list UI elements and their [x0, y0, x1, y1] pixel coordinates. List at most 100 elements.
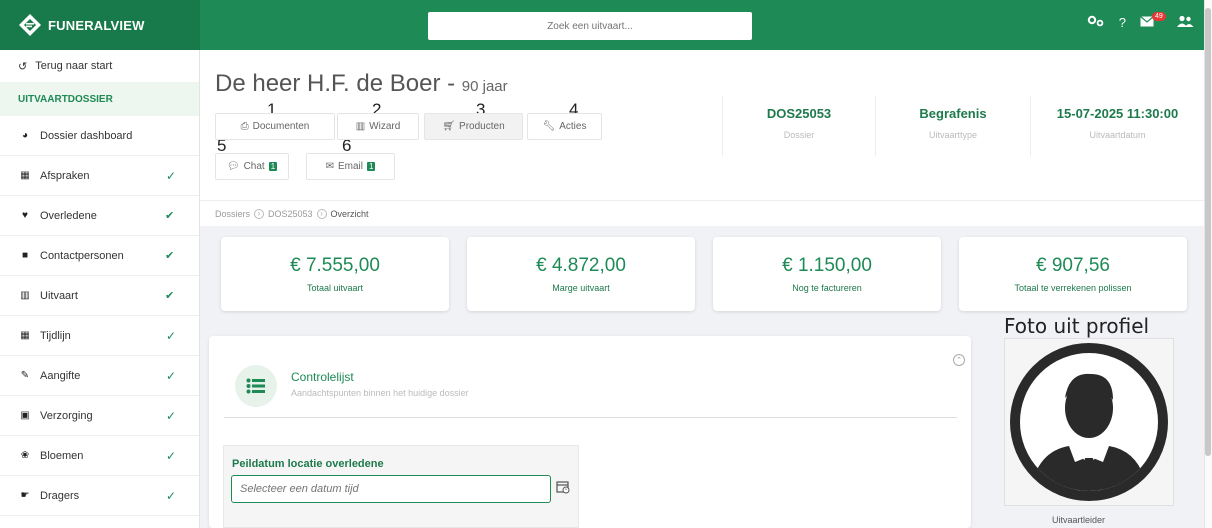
- double-check-icon: ✔: [165, 290, 175, 302]
- stat-value: € 907,56: [1036, 255, 1110, 276]
- sidebar: ↺ Terug naar start UITVAARTDOSSIER ◕ Dos…: [0, 50, 200, 528]
- profile-role: Uitvaartleider: [1052, 515, 1106, 525]
- sidebar-item-dossier-dashboard[interactable]: ◕ Dossier dashboard: [0, 116, 199, 156]
- sidebar-item-bloemen[interactable]: ❀ Bloemen ✓: [0, 436, 199, 476]
- mail-icon[interactable]: 49: [1140, 12, 1166, 30]
- tab-documenten[interactable]: ⎙ Documenten: [215, 113, 335, 140]
- dossier-number: DOS25053: [766, 106, 832, 121]
- tab-producten[interactable]: 🛒︎ Producten: [424, 113, 523, 140]
- stat-label: Totaal uitvaart: [306, 283, 364, 293]
- help-icon[interactable]: ?: [1119, 15, 1126, 30]
- double-check-icon: ✔: [165, 250, 175, 262]
- sidebar-item-label: Dossier dashboard: [40, 129, 133, 142]
- check-icon: ✓: [166, 368, 177, 383]
- calendar-icon: ▦: [20, 330, 30, 341]
- breadcrumb-dossiers[interactable]: Dossiers: [215, 209, 250, 219]
- users-icon[interactable]: [1176, 15, 1194, 31]
- sidebar-item-aangifte[interactable]: ✎ Aangifte ✓: [0, 356, 199, 396]
- cart-icon: 🛒︎: [442, 121, 456, 132]
- sidebar-item-dragers[interactable]: ☛ Dragers ✓: [0, 476, 199, 516]
- page-title: De heer H.F. de Boer - 90 jaar: [215, 70, 508, 98]
- sidebar-item-contactpersonen[interactable]: ■ Contactpersonen ✔: [0, 236, 199, 276]
- tab-chat[interactable]: 💬︎ Chat 1: [215, 153, 289, 180]
- divider: [1030, 96, 1031, 156]
- stat-card-totaal-uitvaart: € 7.555,00 Totaal uitvaart: [221, 237, 449, 311]
- divider: [722, 96, 723, 156]
- profile-photo[interactable]: [1004, 338, 1174, 506]
- sidebar-item-label: Verzorging: [40, 409, 93, 422]
- breadcrumb-current: Overzicht: [330, 208, 369, 219]
- tab-label: Chat: [243, 161, 265, 172]
- double-check-icon: ✔: [165, 210, 175, 222]
- sidebar-item-tijdlijn[interactable]: ▦ Tijdlijn ✓: [0, 316, 199, 356]
- back-to-start-link[interactable]: ↺ Terug naar start: [0, 50, 199, 82]
- pen-icon: ✎: [20, 370, 30, 381]
- breadcrumb: Dossiers › DOS25053 › Overzicht: [200, 200, 1204, 226]
- tab-email[interactable]: ✉ Email 1: [306, 153, 395, 180]
- top-actions: ? 49: [1087, 12, 1194, 31]
- funeralview-logo-icon: [19, 14, 41, 36]
- divider: [875, 96, 876, 156]
- peildatum-label: Peildatum locatie overledene: [232, 458, 384, 470]
- person-age: 90 jaar: [461, 78, 508, 95]
- brand[interactable]: FUNERALVIEW: [0, 0, 200, 50]
- breadcrumb-dossier-number[interactable]: DOS25053: [268, 209, 313, 219]
- peildatum-datetime-input[interactable]: [231, 475, 551, 503]
- sidebar-item-label: Contactpersonen: [40, 249, 124, 262]
- dashboard-icon: ◕: [21, 130, 29, 141]
- stat-value: € 4.872,00: [536, 255, 626, 276]
- sidebar-item-label: Bloemen: [40, 449, 84, 462]
- dossier-header: De heer H.F. de Boer - 90 jaar 1 2 3 4 5…: [200, 50, 1204, 200]
- tab-wizard[interactable]: ▥ Wizard: [337, 113, 419, 140]
- scrollbar-thumb[interactable]: [1205, 8, 1211, 456]
- tab-label: Wizard: [369, 121, 401, 132]
- hand-icon: ☛: [20, 490, 30, 501]
- stat-label: Marge uitvaart: [552, 283, 610, 293]
- chevron-right-icon: ›: [254, 208, 265, 219]
- tab-label: Acties: [559, 121, 587, 132]
- columns-icon: ▥: [355, 121, 366, 132]
- heart-icon: ♥: [22, 210, 28, 221]
- top-bar: FUNERALVIEW ? 49: [0, 0, 1204, 50]
- meta-dossier: DOS25053 Dossier: [737, 106, 861, 140]
- stat-card-nog-te-factureren: € 1.150,00 Nog te factureren: [713, 237, 941, 311]
- undo-arrow-icon: ↺: [18, 60, 28, 73]
- stat-value: € 7.555,00: [290, 255, 380, 276]
- section-header: UITVAARTDOSSIER: [0, 82, 199, 116]
- sidebar-item-afspraken[interactable]: ▦ Afspraken ✓: [0, 156, 199, 196]
- chat-icon: 💬︎: [226, 161, 240, 172]
- panel-title: Controlelijst: [291, 370, 354, 384]
- briefcase-icon: ▣: [20, 410, 30, 421]
- calendar-icon: ▦: [20, 170, 30, 181]
- tab-acties[interactable]: 🔧︎ Acties: [527, 113, 602, 140]
- sidebar-item-label: Uitvaart: [40, 289, 78, 302]
- tab-label: Documenten: [252, 121, 310, 132]
- settings-gears-icon[interactable]: [1087, 14, 1105, 31]
- sidebar-item-verzorging[interactable]: ▣ Verzorging ✓: [0, 396, 199, 436]
- search-input[interactable]: [428, 12, 752, 40]
- building-icon: ▥: [20, 290, 30, 301]
- dossier-label: Dossier: [783, 130, 815, 140]
- chat-count-badge: 1: [268, 162, 278, 171]
- sidebar-item-label: Dragers: [40, 489, 80, 502]
- collapse-icon[interactable]: ⌃: [953, 354, 965, 366]
- wrench-icon: 🔧︎: [542, 121, 556, 132]
- calendar-clock-icon[interactable]: [556, 480, 570, 499]
- tab-label: Email: [337, 161, 363, 172]
- panel-subtitle: Aandachtspunten binnen het huidige dossi…: [291, 388, 469, 398]
- page-scrollbar[interactable]: [1204, 0, 1212, 528]
- sidebar-item-label: Tijdlijn: [40, 329, 71, 342]
- check-icon: ✓: [166, 168, 177, 183]
- uitvaarttype-label: Uitvaarttype: [928, 130, 978, 140]
- contact-icon: ■: [21, 250, 29, 261]
- stat-card-polissen: € 907,56 Totaal te verrekenen polissen: [959, 237, 1187, 311]
- print-icon: ⎙: [240, 121, 249, 132]
- uitvaartdatum-value: 15-07-2025 11:30:00: [1056, 106, 1179, 121]
- sidebar-item-overledene[interactable]: ♥ Overledene ✔: [0, 196, 199, 236]
- sidebar-item-uitvaart[interactable]: ▥ Uitvaart ✔: [0, 276, 199, 316]
- stat-label: Nog te factureren: [792, 283, 862, 293]
- flower-icon: ❀: [20, 450, 30, 461]
- sidebar-item-label: Afspraken: [40, 169, 90, 182]
- meta-uitvaartdatum: 15-07-2025 11:30:00 Uitvaartdatum: [1035, 106, 1200, 140]
- peildatum-section: Peildatum locatie overledene: [223, 445, 579, 528]
